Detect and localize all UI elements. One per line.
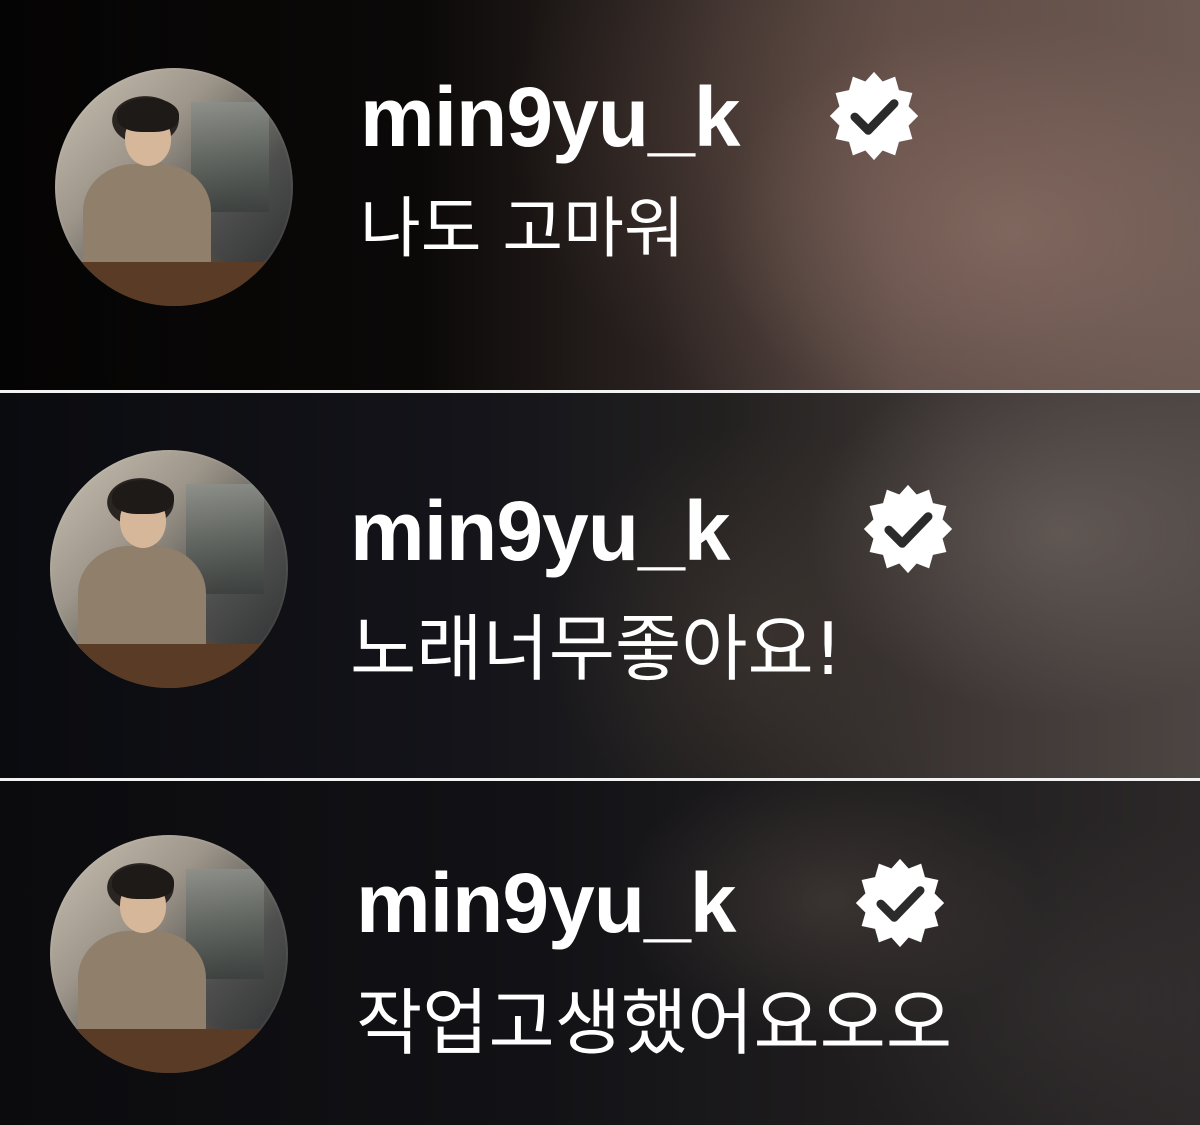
user-avatar[interactable]	[55, 68, 293, 306]
comment-panel-1: min9yu_k 나도 고마워	[0, 0, 1200, 390]
comment-screenshot-collage: min9yu_k 나도 고마워 min9yu_k 노래너무좋아요! min9yu…	[0, 0, 1200, 1125]
verified-badge-icon	[855, 858, 945, 948]
avatar-table	[50, 1029, 288, 1073]
username-label[interactable]: min9yu_k	[350, 489, 731, 573]
username-label[interactable]: min9yu_k	[356, 861, 737, 945]
avatar-table	[50, 644, 288, 688]
user-avatar[interactable]	[50, 450, 288, 688]
comment-panel-2: min9yu_k 노래너무좋아요!	[0, 393, 1200, 778]
avatar-table	[55, 262, 293, 306]
comment-text: 노래너무좋아요!	[350, 607, 843, 691]
comment-text: 작업고생했어요오오	[356, 981, 953, 1065]
avatar-hair	[112, 865, 174, 899]
verified-badge-icon	[863, 484, 953, 574]
comment-panel-3: min9yu_k 작업고생했어요오오	[0, 781, 1200, 1125]
verified-badge-icon	[829, 71, 919, 161]
user-avatar[interactable]	[50, 835, 288, 1073]
avatar-hair	[112, 480, 174, 514]
username-label[interactable]: min9yu_k	[360, 75, 741, 159]
comment-text: 나도 고마워	[360, 190, 685, 267]
avatar-hair	[117, 98, 179, 132]
